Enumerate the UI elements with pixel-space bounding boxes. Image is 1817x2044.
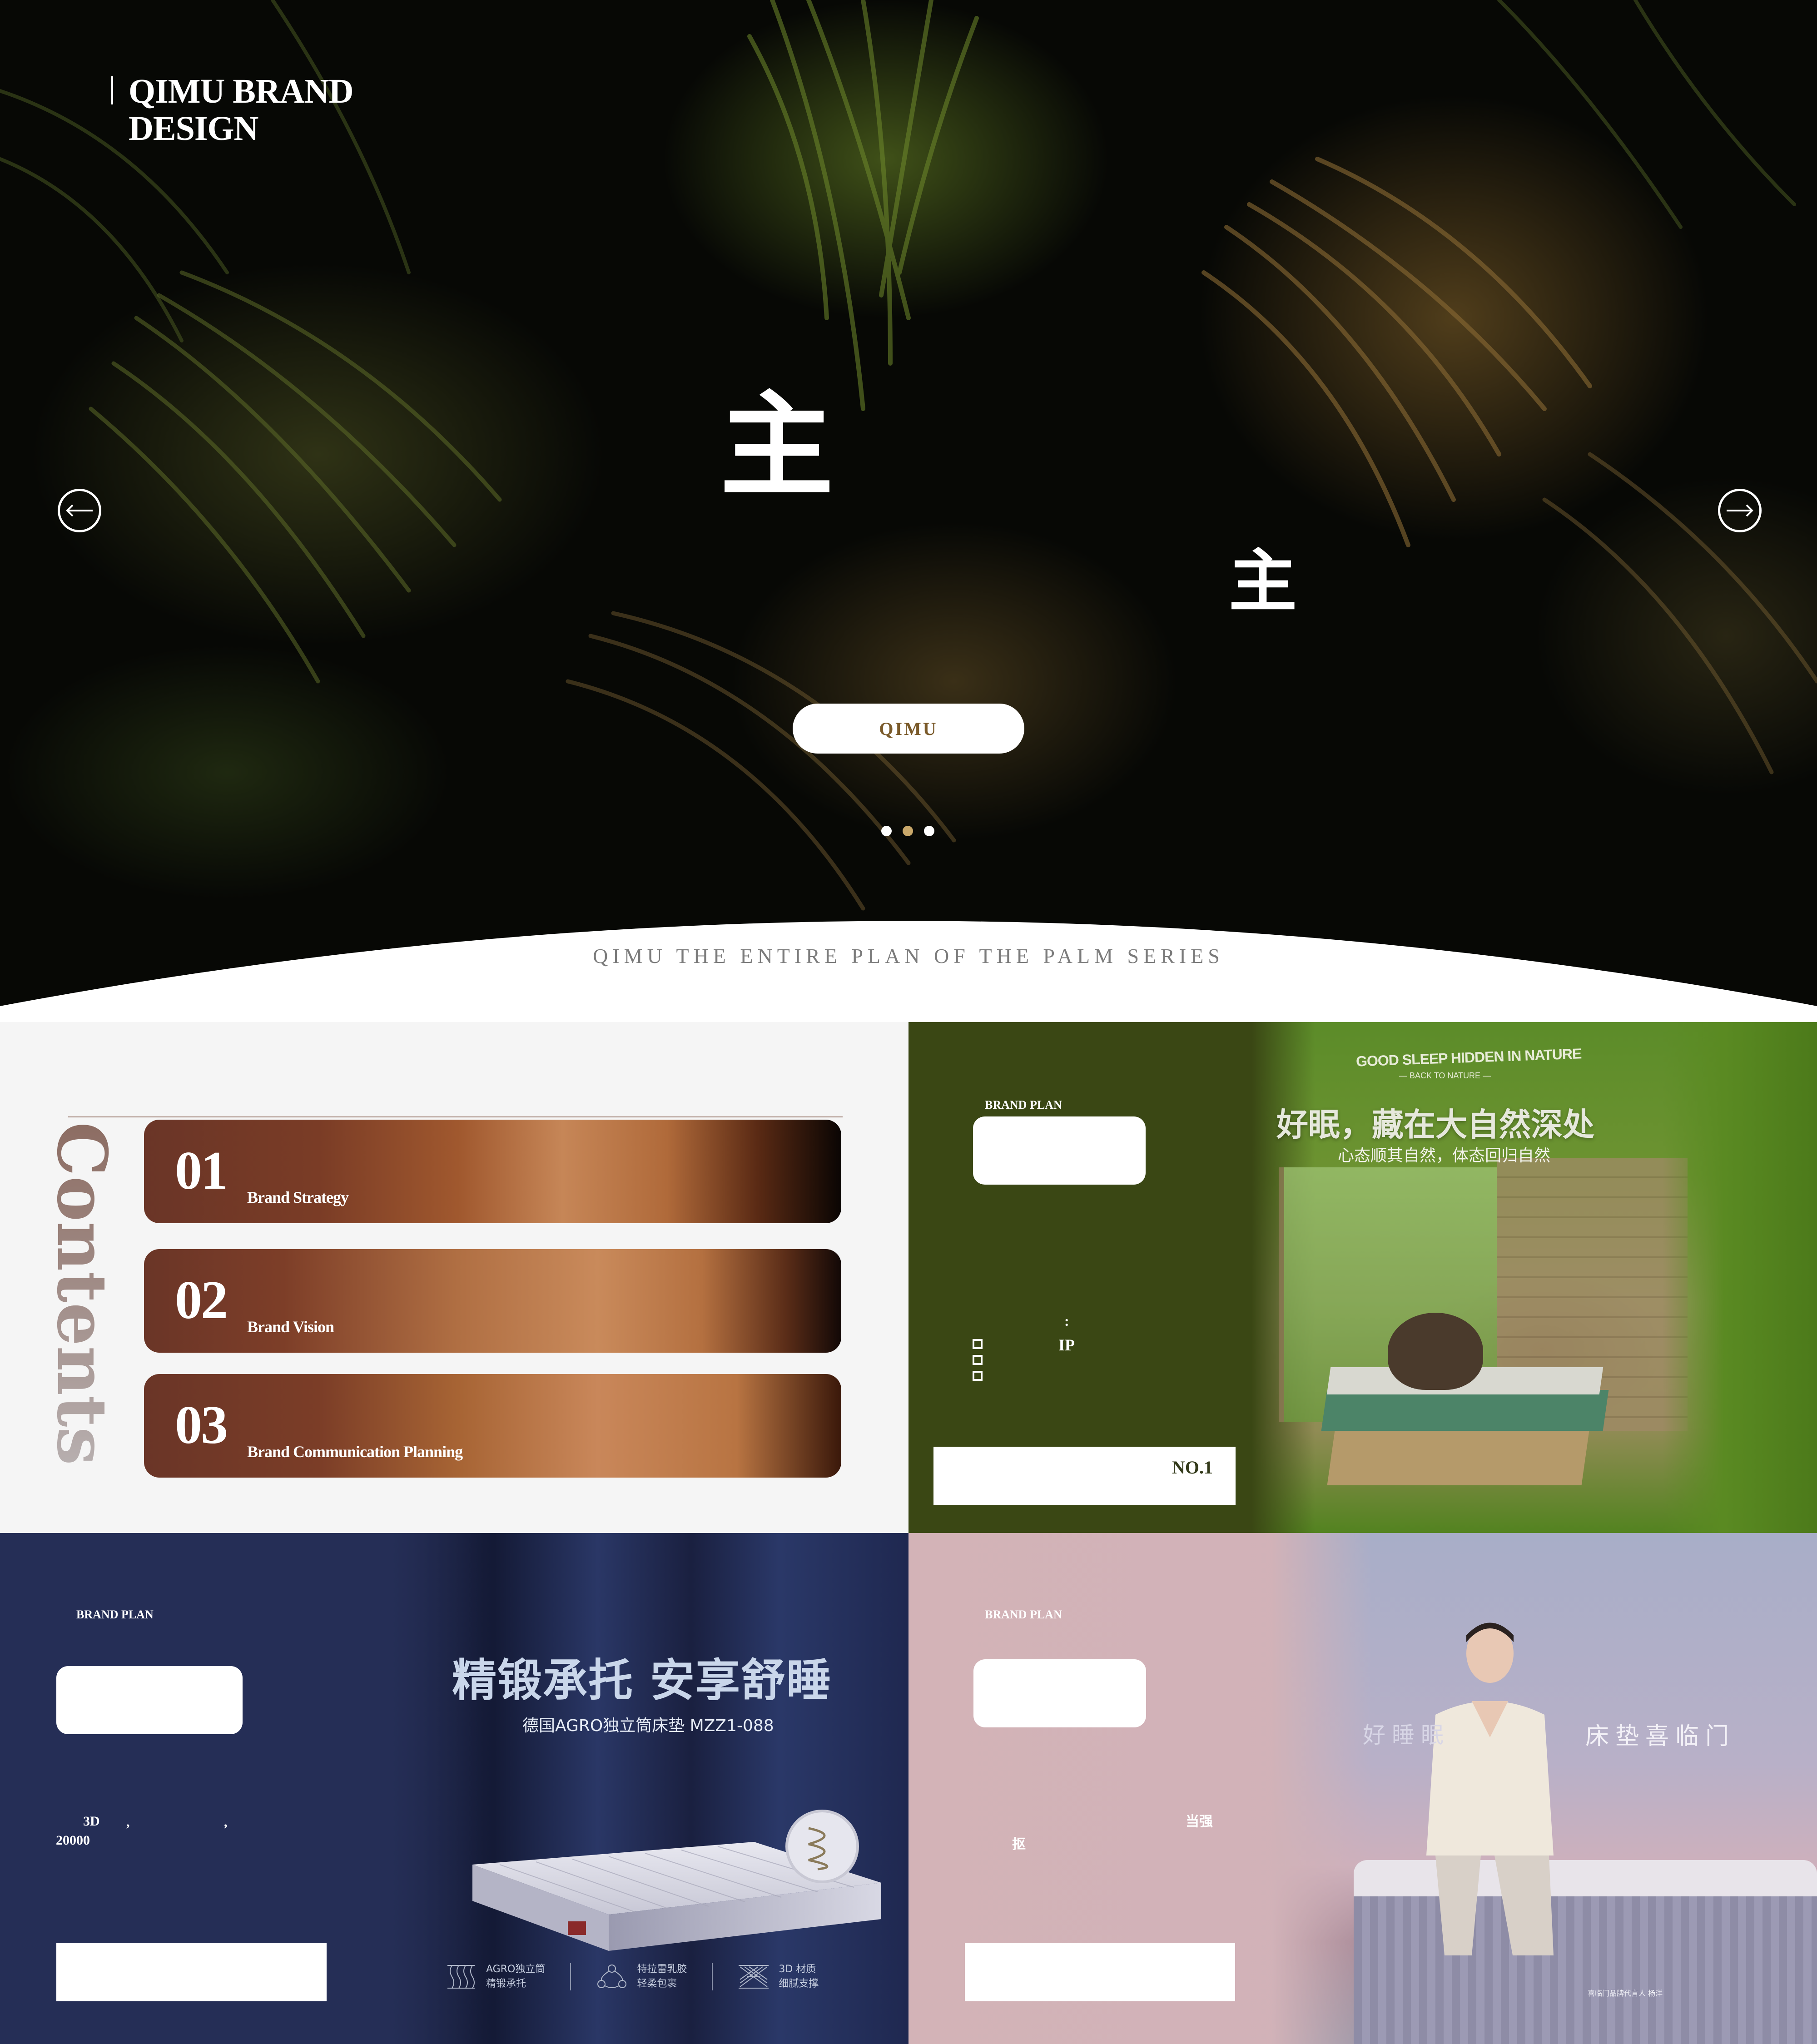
brand-title-divider: [111, 76, 113, 104]
carousel-prev-button[interactable]: [58, 489, 101, 532]
palm-fronds-background: [0, 0, 1817, 911]
contents-item-number: 02: [175, 1270, 228, 1330]
arrow-left-icon: [66, 504, 93, 517]
feature-subtitle: 精锻承托: [486, 1978, 526, 1989]
qimu-cta-button[interactable]: QIMU: [793, 704, 1024, 754]
latex-icon: [597, 1965, 627, 1988]
green-mattress: [1321, 1390, 1609, 1431]
no1-text: NO.1: [1172, 1457, 1213, 1478]
contents-vertical-title: Contents: [42, 1122, 122, 1465]
carousel-pagination: [881, 826, 934, 836]
carousel-dot-2-active[interactable]: [903, 826, 913, 836]
feature-subtitle: 轻柔包裹: [637, 1978, 677, 1989]
brand-plan-pink-panel: BRAND PLAN 当强 抠 好睡眠 床垫喜临门 喜临门品牌代言人 杨洋: [908, 1533, 1817, 2044]
carousel-dot-1[interactable]: [881, 826, 892, 836]
feature-title: 特拉雷乳胶: [637, 1964, 687, 1975]
brand-plan-blue-panel: BRAND PLAN 3D , , 20000 精锻承托 安享舒睡 德国AGRO…: [0, 1533, 908, 2044]
mesh-3d-icon: [739, 1965, 769, 1989]
contents-item-label: Brand Strategy: [247, 1188, 349, 1206]
ip-text: IP: [1058, 1336, 1075, 1354]
hero-banner: QIMU BRAND DESIGN 主 主 QIMU QIMU THE ENTI…: [0, 0, 1817, 1022]
hero-headline-char-large: 主: [720, 378, 834, 512]
spring-icon: [447, 1965, 475, 1989]
spokesperson-photo: 好睡眠 床垫喜临门 喜临门品牌代言人 杨洋: [1272, 1533, 1817, 2044]
feature-item: 特拉雷乳胶 轻柔包裹: [596, 1962, 687, 1991]
carousel-next-button[interactable]: [1718, 489, 1762, 532]
checkbox-2[interactable]: [973, 1355, 983, 1365]
rattan-bed-base: [1327, 1431, 1589, 1485]
brand-plan-green-panel: BRAND PLAN : IP NO.1 GOOD SLEEP HIDDEN I…: [908, 1022, 1817, 1533]
contents-item-brand-communication[interactable]: 03 Brand Communication Planning: [144, 1374, 841, 1478]
nature-bedroom-photo: GOOD SLEEP HIDDEN IN NATURE — BACK TO NA…: [1251, 1022, 1817, 1533]
brand-plan-label: BRAND PLAN: [76, 1608, 154, 1621]
mattress-illustration: [472, 1810, 881, 1951]
photo-subline-cn: 心态顺其自然，体态回归自然: [1338, 1146, 1551, 1165]
feature-separator: [712, 1963, 713, 1990]
title-placeholder-box: [973, 1116, 1146, 1185]
contents-item-brand-vision[interactable]: 02 Brand Vision: [144, 1249, 841, 1353]
body-text-2: 抠: [1012, 1836, 1026, 1852]
title-placeholder-box: [56, 1666, 243, 1734]
photo-subline-en: — BACK TO NATURE —: [1399, 1071, 1491, 1080]
mattress-product-photo: 精锻承托 安享舒睡 德国AGRO独立筒床垫 MZZ1-088 AGRO独立筒 精锻…: [391, 1533, 908, 2044]
feature-list: AGRO独立筒 精锻承托 特拉雷乳胶轻柔包裹 3D 材质细腻支撑: [445, 1962, 819, 1991]
photo-text-left: 好睡眠: [1363, 1722, 1450, 1748]
contents-item-number: 03: [175, 1394, 228, 1455]
spokesperson-figure: [1426, 1622, 1554, 1955]
spring-closeup-badge: [785, 1810, 859, 1883]
carousel-dot-3[interactable]: [924, 826, 934, 836]
no1-bar: NO.1: [933, 1447, 1236, 1505]
checkbox-3[interactable]: [973, 1371, 983, 1381]
brand-title: QIMU BRAND DESIGN: [129, 72, 354, 148]
brand-title-line1: QIMU BRAND: [129, 72, 354, 110]
contents-title-text: Contents: [42, 1122, 122, 1466]
brand-plan-label: BRAND PLAN: [985, 1608, 1062, 1621]
photo-headline-cn: 好眠，藏在大自然深处: [1276, 1106, 1594, 1143]
photo-subline-cn: 德国AGRO独立筒床垫 MZZ1-088: [522, 1717, 774, 1735]
arrow-right-icon: [1727, 504, 1753, 517]
hero-headline-char-small: 主: [1229, 541, 1297, 621]
photo-text-right: 床垫喜临门: [1585, 1723, 1736, 1750]
brand-title-line2: DESIGN: [129, 109, 258, 148]
body-text-20000: 20000: [56, 1833, 90, 1848]
contents-panel: Contents 01 Brand Strategy 02 Brand Visi…: [0, 1022, 908, 1533]
contents-item-label: Brand Communication Planning: [247, 1443, 463, 1461]
bear-figure: [1388, 1313, 1483, 1390]
colon-text: :: [1064, 1313, 1069, 1329]
contents-item-number: 01: [175, 1140, 228, 1201]
bottom-placeholder-bar: [56, 1943, 327, 2001]
feature-item: 3D 材质细腻支撑: [738, 1962, 819, 1991]
photo-headline-cn: 精锻承托 安享舒睡: [452, 1655, 832, 1707]
body-comma-1: ,: [126, 1815, 130, 1830]
body-text-1: 当强: [1186, 1814, 1213, 1830]
feature-title: 3D 材质: [779, 1964, 816, 1975]
brand-plan-label: BRAND PLAN: [985, 1098, 1062, 1111]
series-title: QIMU THE ENTIRE PLAN OF THE PALM SERIES: [593, 944, 1224, 967]
body-text-3d: 3D: [83, 1814, 100, 1829]
bottom-placeholder-bar: [965, 1943, 1235, 2001]
title-placeholder-box: [973, 1659, 1146, 1727]
photo-headline-en: GOOD SLEEP HIDDEN IN NATURE: [1355, 1045, 1582, 1070]
body-comma-2: ,: [224, 1815, 228, 1830]
checkbox-1[interactable]: [973, 1339, 983, 1349]
contents-divider: [68, 1116, 843, 1117]
feature-title: AGRO独立筒: [486, 1964, 546, 1975]
contents-item-brand-strategy[interactable]: 01 Brand Strategy: [144, 1120, 841, 1223]
contents-item-label: Brand Vision: [247, 1318, 334, 1336]
spokesperson-caption: 喜临门品牌代言人 杨洋: [1588, 1989, 1663, 1998]
feature-subtitle: 细腻支撑: [779, 1978, 819, 1989]
feature-item: AGRO独立筒 精锻承托: [445, 1962, 545, 1991]
feature-separator: [570, 1963, 571, 1990]
